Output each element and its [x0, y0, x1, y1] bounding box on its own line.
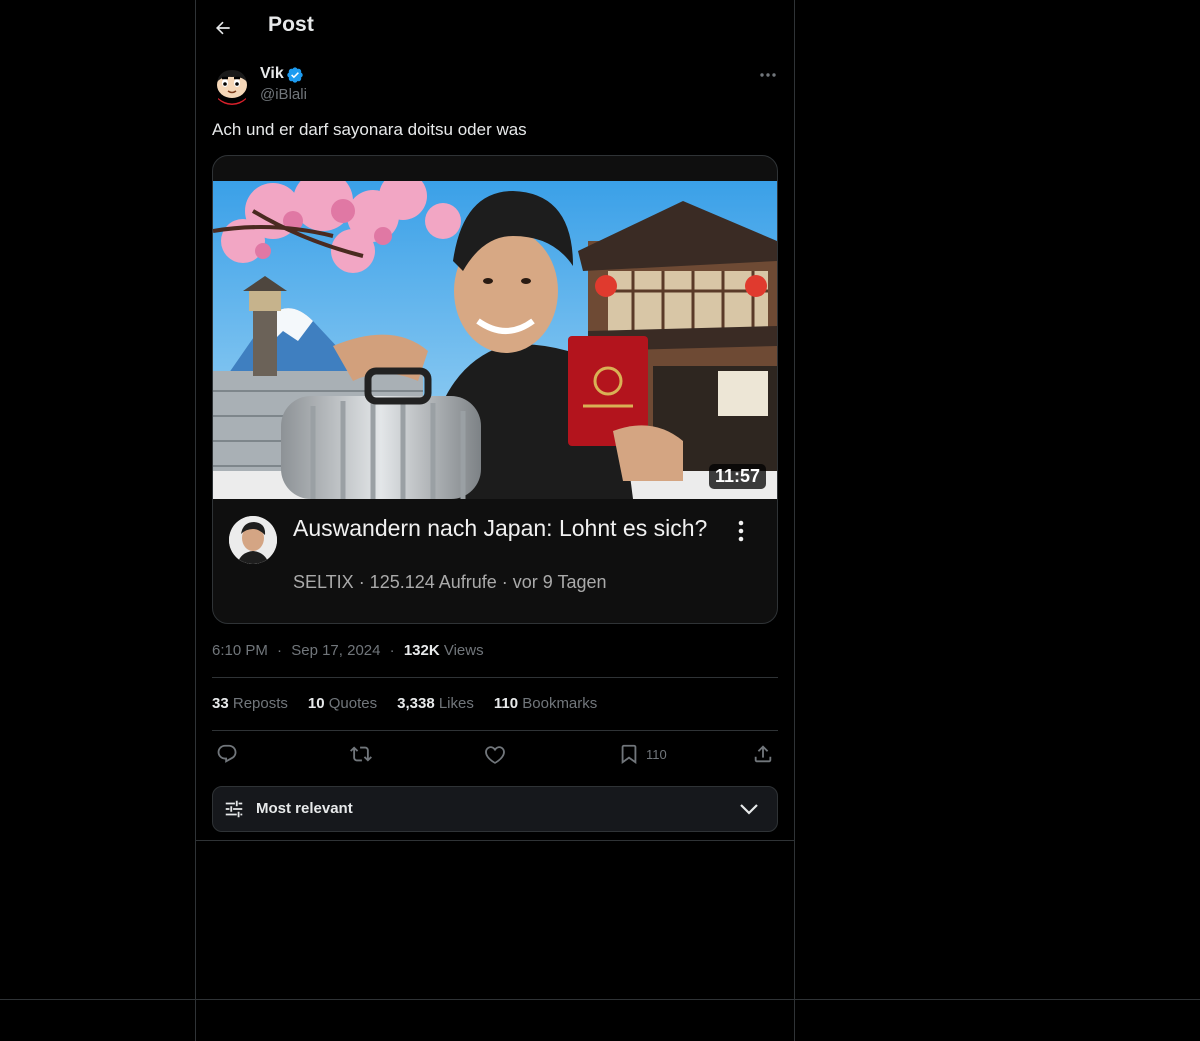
quotes-stat[interactable]: 10 Quotes	[308, 695, 377, 712]
video-meta: SELTIX · 125.124 Aufrufe · vor 9 Tagen	[293, 572, 607, 592]
bookmarks-label: Bookmarks	[522, 695, 598, 712]
vertical-dots-icon	[738, 520, 744, 542]
share-icon	[754, 745, 772, 763]
author-handle[interactable]: @iBlali	[260, 86, 307, 103]
quotes-label: Quotes	[328, 695, 378, 712]
reposts-label: Reposts	[232, 695, 288, 712]
more-options-button[interactable]	[756, 64, 780, 86]
repost-icon	[350, 746, 372, 762]
app-frame: Post Vik @iBlali Ach und er darf sayonar…	[0, 0, 1200, 1041]
media-card[interactable]: 11:57 Auswandern nach Japan: Lohnt es si…	[212, 155, 778, 624]
post-meta: 6:10 PM · Sep 17, 2024 · 132K Views	[212, 642, 484, 659]
reposts-count: 33	[212, 695, 229, 712]
post-bottom-divider	[195, 840, 795, 841]
repost-button[interactable]	[350, 742, 372, 766]
sliders-icon	[225, 800, 243, 818]
share-button[interactable]	[752, 742, 774, 766]
views-label: Views	[443, 642, 484, 659]
post-date[interactable]: Sep 17, 2024	[291, 642, 380, 659]
engagement-stats: 33 Reposts 10 Quotes 3,338 Likes 110 Boo…	[212, 695, 597, 712]
video-more-button	[729, 516, 753, 546]
like-button[interactable]	[484, 742, 506, 766]
likes-count: 3,338	[397, 695, 435, 712]
post-text: Ach und er darf sayonara doitsu oder was	[212, 120, 527, 139]
post-time[interactable]: 6:10 PM	[212, 642, 268, 659]
likes-stat[interactable]: 3,338 Likes	[397, 695, 474, 712]
meta-separator: ·	[389, 642, 395, 659]
video-thumbnail[interactable]: 11:57	[213, 181, 777, 499]
sort-label: Most relevant	[256, 800, 353, 817]
right-column-border	[794, 0, 795, 1041]
verified-badge-icon	[287, 67, 303, 83]
chevron-down-icon	[740, 804, 758, 815]
more-dots-icon	[760, 73, 776, 77]
channel-avatar	[229, 516, 277, 564]
back-arrow-icon	[216, 21, 230, 35]
stats-divider	[212, 730, 778, 731]
likes-label: Likes	[438, 695, 474, 712]
bookmark-icon	[621, 744, 637, 765]
back-button[interactable]	[207, 12, 239, 44]
views-count: 132K	[403, 642, 440, 659]
left-column-border	[195, 0, 196, 1041]
video-title: Auswandern nach Japan: Lohnt es sich?	[293, 515, 708, 541]
page-title: Post	[268, 13, 314, 36]
bookmarks-stat[interactable]: 110 Bookmarks	[494, 695, 597, 712]
reply-button[interactable]	[216, 742, 238, 766]
bookmarks-count: 110	[493, 695, 519, 712]
bottom-divider	[0, 999, 1200, 1000]
meta-separator: ·	[277, 642, 283, 659]
video-duration: 11:57	[708, 464, 766, 489]
bookmark-count: 110	[646, 746, 667, 762]
meta-divider	[212, 677, 778, 678]
bookmark-button[interactable]: 110	[618, 742, 667, 766]
reposts-stat[interactable]: 33 Reposts	[212, 695, 288, 712]
heart-icon	[485, 746, 505, 764]
reply-sort-dropdown[interactable]: Most relevant	[212, 786, 778, 832]
reply-icon	[217, 744, 237, 763]
avatar[interactable]	[212, 65, 252, 105]
author-name[interactable]: Vik	[260, 65, 284, 83]
quotes-count: 10	[307, 695, 325, 712]
